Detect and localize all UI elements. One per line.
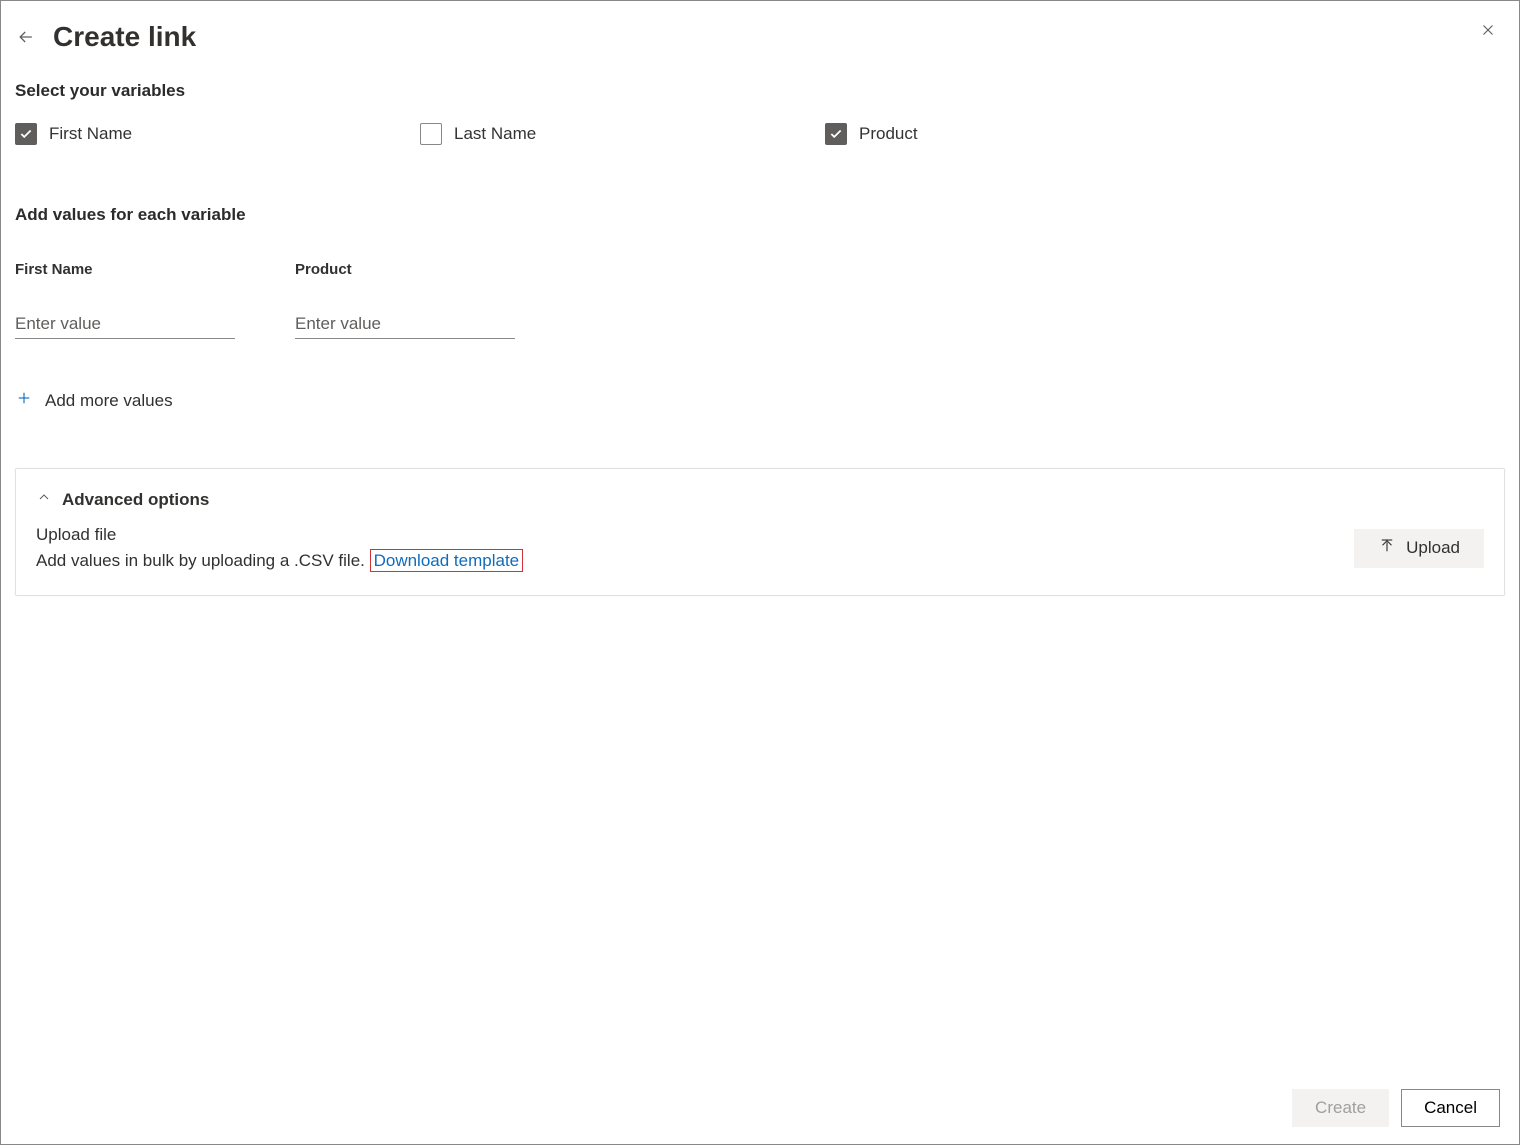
chevron-up-icon bbox=[36, 489, 52, 510]
checkbox-label: First Name bbox=[49, 124, 132, 144]
first-name-input[interactable] bbox=[15, 310, 235, 339]
advanced-options-label: Advanced options bbox=[62, 490, 209, 510]
advanced-options-toggle[interactable]: Advanced options bbox=[36, 489, 1484, 510]
checkbox-label: Product bbox=[859, 124, 918, 144]
download-template-link[interactable]: Download template bbox=[374, 551, 520, 570]
create-button[interactable]: Create bbox=[1292, 1089, 1389, 1127]
advanced-options-card: Advanced options Upload file Add values … bbox=[15, 468, 1505, 596]
checkbox-icon[interactable] bbox=[825, 123, 847, 145]
upload-file-label: Upload file bbox=[36, 522, 523, 548]
checkbox-label: Last Name bbox=[454, 124, 536, 144]
upload-button-label: Upload bbox=[1406, 538, 1460, 558]
checkbox-first-name[interactable]: First Name bbox=[15, 123, 420, 145]
checkbox-icon[interactable] bbox=[420, 123, 442, 145]
upload-instruction-text: Add values in bulk by uploading a .CSV f… bbox=[36, 551, 370, 570]
back-arrow-icon[interactable] bbox=[15, 26, 37, 48]
upload-button[interactable]: Upload bbox=[1354, 529, 1484, 568]
close-icon[interactable] bbox=[1476, 18, 1500, 42]
select-variables-heading: Select your variables bbox=[15, 81, 1505, 101]
checkbox-icon[interactable] bbox=[15, 123, 37, 145]
checkbox-last-name[interactable]: Last Name bbox=[420, 123, 825, 145]
page-title: Create link bbox=[53, 21, 196, 53]
cancel-button[interactable]: Cancel bbox=[1401, 1089, 1500, 1127]
checkbox-product[interactable]: Product bbox=[825, 123, 1230, 145]
add-more-values-button[interactable]: Add more values bbox=[15, 389, 1505, 412]
plus-icon bbox=[15, 389, 33, 412]
add-more-label: Add more values bbox=[45, 391, 173, 411]
add-values-heading: Add values for each variable bbox=[15, 205, 1505, 225]
field-label-product: Product bbox=[295, 261, 515, 278]
product-input[interactable] bbox=[295, 310, 515, 339]
upload-icon bbox=[1378, 537, 1396, 560]
field-label-first-name: First Name bbox=[15, 261, 235, 278]
